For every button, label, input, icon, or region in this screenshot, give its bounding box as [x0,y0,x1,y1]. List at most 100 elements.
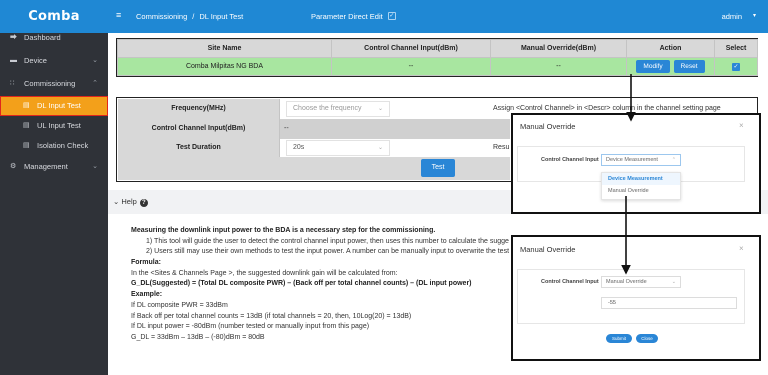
sidebar-item-dl-input-test[interactable]: ▤ DL Input Test [0,96,108,116]
top-header: ≡ Commissioning / DL Input Test Parameter … [108,0,768,33]
submit-button[interactable]: Submit [606,334,632,343]
modify-button[interactable]: Modify [636,60,670,73]
parameter-direct-edit-label: Parameter Direct Edit [311,12,383,21]
chevron-down-icon: ⌄ [671,279,676,285]
cell-select: ✓ [714,57,758,76]
manual-override-input[interactable]: -55 [601,297,737,309]
option-manual-override[interactable]: Manual Override [602,185,680,197]
help-line: 2) Users still may use their own methods… [146,248,510,256]
cell-action: Modify Reset [626,57,715,76]
document-icon: ▤ [23,122,30,129]
breadcrumb-current: DL Input Test [199,12,244,21]
control-channel-value: -- [284,125,289,132]
sidebar-item-management[interactable]: ⚙ Management ⌄ [0,157,108,177]
table-header-row: Site Name Control Channel Input(dBm) Man… [117,39,758,58]
control-channel-row: Control Channel Input(dBm) -- [118,119,510,139]
test-button[interactable]: Test [421,159,455,177]
chevron-down-icon: ⌄ [92,163,98,170]
parameter-direct-edit-checkbox[interactable]: ✓ [387,12,396,21]
test-duration-select[interactable]: 20s ⌄ [286,140,390,156]
help-line: G_DL = 33dBm – 13dB – (-80)dBm = 80dB [131,333,265,341]
sidebar-item-device[interactable]: ▬ Device ⌄ [0,51,108,71]
chevron-down-icon: ⌄ [377,145,383,151]
gear-icon: ⚙ [10,163,17,170]
popup-title: Manual Override [520,245,576,254]
sidebar-item-dashboard[interactable]: ⮕ Dashboard [0,28,108,48]
close-icon[interactable]: × [739,121,756,130]
test-duration-label: Test Duration [118,138,280,158]
user-menu[interactable]: admin [722,0,742,33]
control-channel-input-label: Control Channel Input [541,279,599,285]
sidebar-item-label: Dashboard [24,33,61,42]
help-line: If DL composite PWR = 33dBm [131,301,228,309]
site-table: Site Name Control Channel Input(dBm) Man… [117,39,758,76]
menu-toggle-icon[interactable]: ≡ [116,10,126,20]
sidebar-item-label: Management [24,162,68,171]
document-icon: ▤ [23,102,30,109]
breadcrumb-commissioning[interactable]: Commissioning [136,12,187,21]
cell-site-name: Comba Milpitas NG BDA [117,57,332,76]
test-duration-value: 20s [293,144,305,151]
breadcrumb-separator: / [192,12,195,21]
sidebar-item-label: Isolation Check [37,141,89,150]
column-header-site-name: Site Name [117,39,332,58]
sidebar: Comba ⮕ Dashboard ▬ Device ⌄ ∷ Commissio… [0,0,108,375]
monitor-icon: ▬ [10,57,17,64]
parameter-direct-edit[interactable]: Parameter Direct Edit ✓ [311,0,396,33]
sidebar-item-label: DL Input Test [37,101,81,110]
document-icon: ▤ [23,142,30,149]
control-channel-input-select[interactable]: Device Measurement ⌃ [601,154,681,166]
help-line: G_DL(Suggested) = (Total DL composite PW… [131,280,472,288]
close-button[interactable]: Close [636,334,658,343]
breadcrumb: Commissioning / DL Input Test [136,0,243,33]
help-line: Example: [131,291,163,299]
frequency-select-value: Choose the frequency [293,105,362,112]
column-header-manual-override: Manual Override(dBm) [490,39,627,58]
column-header-control-channel: Control Channel Input(dBm) [331,39,491,58]
help-line: Formula: [131,259,161,267]
question-icon: ? [139,199,148,207]
share-icon: ⮕ [10,34,17,41]
help-line: In the <Sites & Channels Page >, the sug… [131,269,398,277]
popup-title: Manual Override [520,122,576,131]
chevron-down-icon: ⌄ [377,106,383,112]
select-checkbox[interactable]: ✓ [732,62,740,71]
table-row[interactable]: Comba Milpitas NG BDA -- -- Modify Reset … [117,57,758,76]
help-label: Help [121,197,137,206]
reset-button[interactable]: Reset [673,60,705,73]
select-value: Device Measurement [606,157,658,163]
test-duration-row: Test Duration 20s ⌄ [118,138,510,158]
help-line: If Back off per total channel counts = 1… [131,312,412,320]
column-header-action: Action [626,39,715,58]
help-line: 1) This tool will guide the user to dete… [146,237,509,245]
sidebar-item-isolation-check[interactable]: ▤ Isolation Check [0,136,108,156]
frequency-select[interactable]: Choose the frequency ⌄ [286,101,390,117]
column-header-select: Select [714,39,758,58]
close-icon[interactable]: × [739,244,756,253]
select-dropdown: Device Measurement Manual Override [601,172,681,200]
cell-control-channel-input: -- [331,57,491,76]
sidebar-item-ul-input-test[interactable]: ▤ UL Input Test [0,116,108,136]
sidebar-item-label: UL Input Test [37,121,81,130]
sidebar-item-commissioning[interactable]: ∷ Commissioning ⌃ [0,74,108,94]
help-line: Measuring the downlink input power to th… [131,227,436,234]
control-channel-label: Control Channel Input(dBm) [118,119,280,139]
help-content: Measuring the downlink input power to th… [131,226,531,344]
chevron-down-icon: ⌄ [113,197,120,206]
caret-down-icon[interactable]: ▾ [753,0,756,33]
chevron-up-icon: ⌃ [671,157,676,163]
option-device-measurement[interactable]: Device Measurement [602,173,680,185]
sidebar-item-label: Device [24,56,47,65]
test-duration-note: Resu [493,144,510,151]
chevron-up-icon: ⌃ [92,80,98,87]
control-channel-input-select[interactable]: Manual Override ⌄ [601,276,681,288]
sidebar-item-label: Commissioning [24,79,76,88]
chevron-down-icon: ⌄ [92,57,98,64]
grid-icon: ∷ [10,80,15,87]
cell-manual-override: -- [490,57,627,76]
control-channel-input-label: Control Channel Input [541,157,599,163]
select-value: Manual Override [606,279,647,285]
frequency-row: Frequency(MHz) Choose the frequency ⌄ [118,99,510,119]
frequency-label: Frequency(MHz) [118,99,280,119]
help-toggle-label: ⌄ Help? [113,190,148,214]
